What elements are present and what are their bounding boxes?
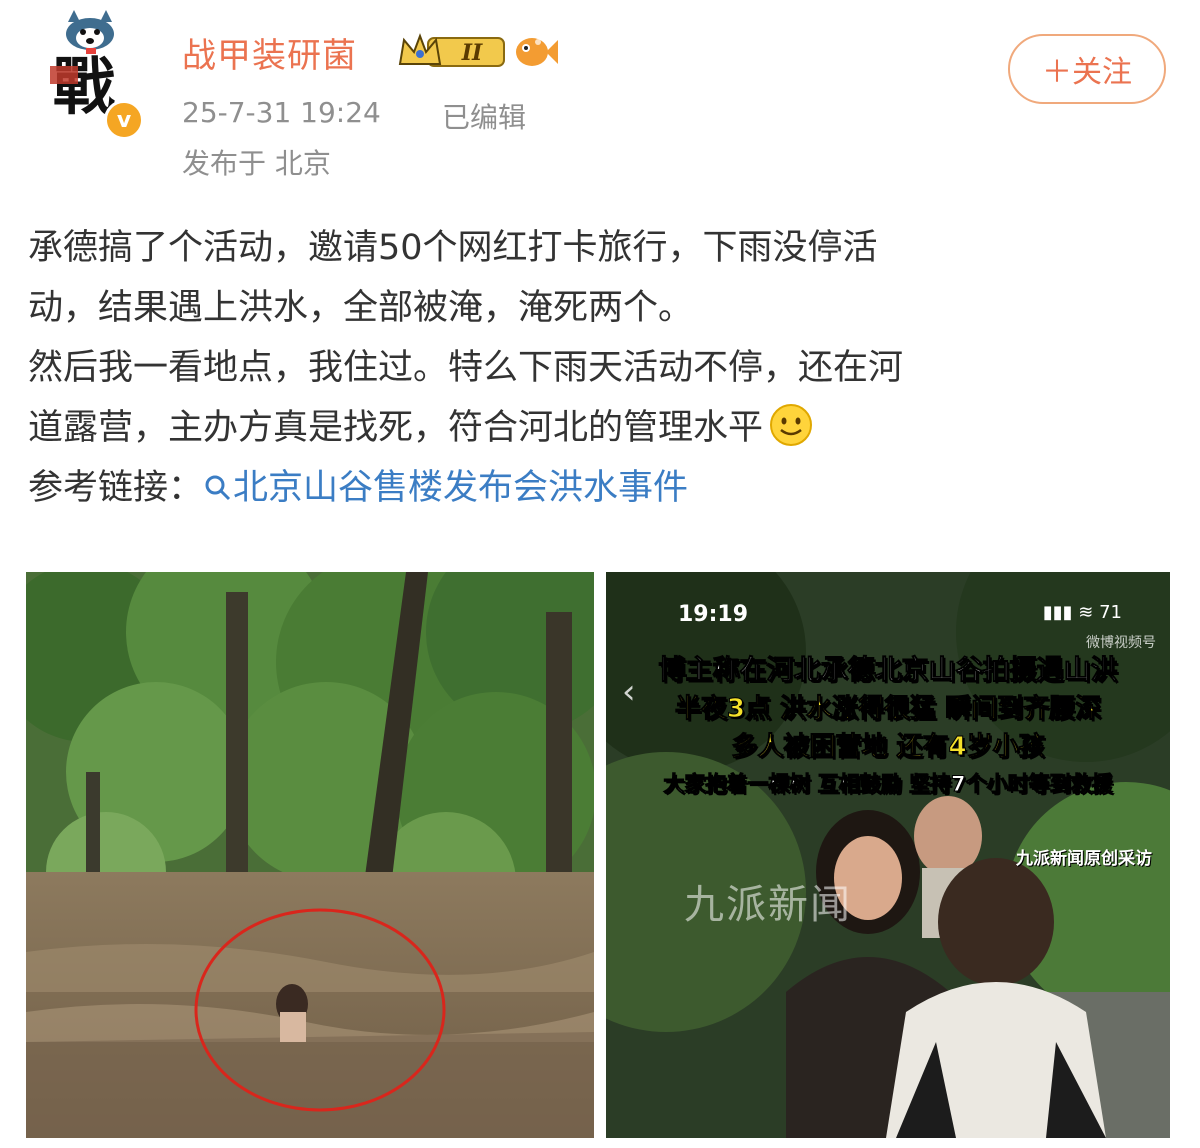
post-image-news-video[interactable]: 19:19 ▮▮▮ ≋ 71 微博视频号 ‹ 博主称在河北承德北京山谷拍摄遇山洪… <box>606 572 1170 1138</box>
post-text-line: 然后我一看地点，我住过。特么下雨天活动不停，还在河 <box>28 348 904 388</box>
video-caption-2: 半夜3点 洪水涨得很猛 瞬间到齐腰深 <box>674 694 1102 725</box>
verified-badge-icon: v <box>104 100 144 140</box>
post-timestamp: 25-7-31 19:24 <box>182 96 381 129</box>
post-text-line: 承德搞了个活动，邀请50个网红打卡旅行，下雨没停活 <box>28 228 878 268</box>
video-caption-3: 多人被困营地 还有4岁小孩 <box>731 732 1045 763</box>
reference-link[interactable]: 北京山谷售楼发布会洪水事件 <box>203 468 688 508</box>
crown-level-icon: II <box>398 33 505 67</box>
smiley-emoji-icon <box>770 404 813 446</box>
post-text-line: 道露营，主办方真是找死，符合河北的管理水平 <box>28 408 764 448</box>
post-location: 发布于 北京 <box>182 147 331 180</box>
post-text-line: 动，结果遇上洪水，全部被淹，淹死两个。 <box>28 288 694 328</box>
username[interactable]: 战甲装研菌 <box>182 28 357 77</box>
reference-label: 参考链接： <box>28 468 204 508</box>
watermark-center: 九派新闻 <box>684 882 852 928</box>
fish-icon <box>516 38 558 66</box>
post-text-line-with-emoji: 道露营，主办方真是找死，符合河北的管理水平 <box>28 398 1178 458</box>
status-time: 19:19 <box>678 602 749 627</box>
video-caption-4: 大家抱着一棵树 互相鼓励 坚持7个小时等到救援 <box>663 772 1113 797</box>
reference-line: 参考链接： 北京山谷售楼发布会洪水事件 <box>28 458 1178 518</box>
follow-button[interactable]: ＋关注 <box>1008 34 1166 104</box>
post-image-flood[interactable] <box>26 572 594 1138</box>
flood-photo <box>26 572 594 1138</box>
post-body: 承德搞了个活动，邀请50个网红打卡旅行，下雨没停活 动，结果遇上洪水，全部被淹，… <box>28 218 1178 518</box>
watermark-source: 九派新闻原创采访 <box>1016 849 1152 869</box>
video-caption-1: 博主称在河北承德北京山谷拍摄遇山洪 <box>658 655 1118 687</box>
edited-label[interactable]: 已编辑 <box>442 96 526 136</box>
battery-level: 71 <box>1099 602 1122 623</box>
reference-link-text: 北京山谷售楼发布会洪水事件 <box>233 468 689 508</box>
status-icons: ▮▮▮ ≋ 71 <box>1042 602 1122 623</box>
svg-text:II: II <box>461 40 483 66</box>
search-icon <box>205 475 231 501</box>
